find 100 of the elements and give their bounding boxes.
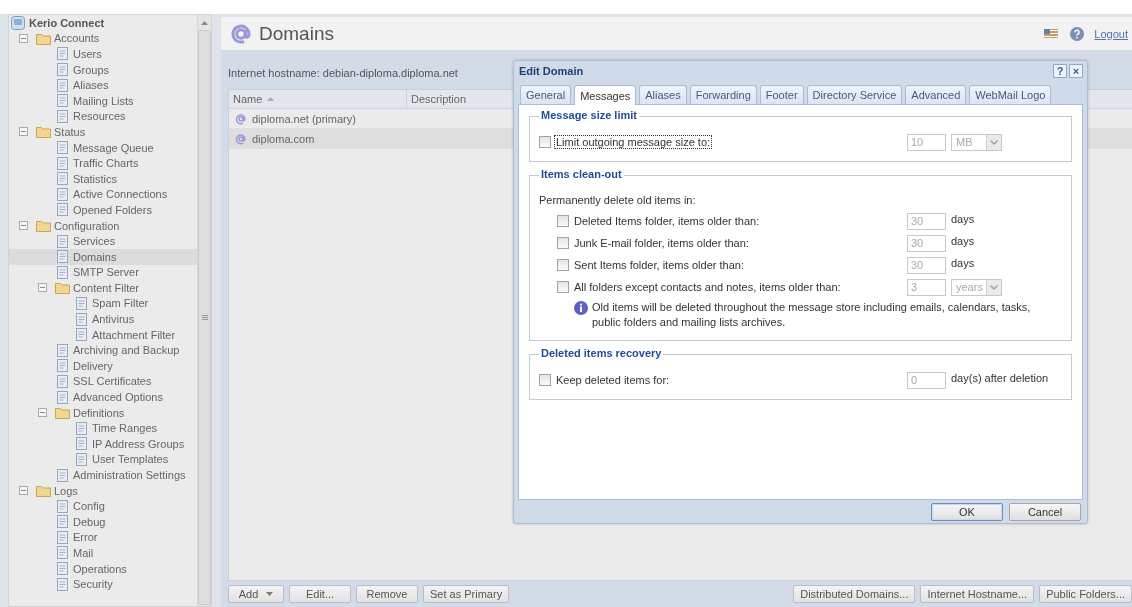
tree-item[interactable]: Time Ranges [9,420,197,437]
document-icon [55,78,70,92]
app-title: Kerio Connect [29,16,105,29]
tree-item[interactable]: Spam Filter [9,295,197,312]
tree-item[interactable]: Status [9,124,197,140]
tab[interactable]: General [520,85,572,104]
toolbar-button[interactable]: Internet Hostname... [920,585,1035,603]
tree-item[interactable]: Delivery [9,358,197,374]
tab[interactable]: Aliases [639,85,687,104]
tree-item[interactable]: Opened Folders [9,202,197,218]
tree-item[interactable]: SMTP Server [9,264,197,281]
tree-item[interactable]: Services [9,233,197,249]
page-title: Domains [259,22,334,45]
checkbox[interactable] [557,281,569,293]
folder-icon [36,484,51,498]
help-icon[interactable] [1070,26,1085,41]
checkbox[interactable] [539,136,551,148]
toolbar-button[interactable]: Distributed Domains... [793,585,916,603]
flag-icon[interactable] [1044,29,1059,38]
tree-item[interactable]: Mail [9,545,197,561]
toolbar-button[interactable]: Edit... [289,585,351,603]
option-label[interactable]: Sent Items folder, items older than: [572,258,746,272]
tab[interactable]: WebMail Logo [969,85,1052,104]
tree-item[interactable]: Resources [9,108,197,125]
tree-item[interactable]: Attachment Filter [9,326,197,343]
tree-item[interactable]: Statistics [9,170,197,187]
option-label[interactable]: Deleted Items folder, items older than: [572,214,762,228]
scroll-up-icon[interactable] [201,20,208,25]
tree-item[interactable]: Domains [9,248,197,265]
scrollbar[interactable] [197,15,211,606]
tree-item[interactable]: Antivirus [9,311,197,327]
tab[interactable]: Directory Service [806,85,903,104]
checkbox[interactable] [557,259,569,271]
tree-item[interactable]: Traffic Charts [9,155,197,171]
collapse-toggle[interactable] [19,486,28,496]
help-button[interactable]: ? [1053,64,1067,78]
tree-item[interactable]: Groups [9,61,197,78]
document-icon [55,203,70,217]
document-icon [74,312,89,326]
tree-item[interactable]: Content Filter [9,280,197,296]
document-icon [55,359,70,373]
document-icon [55,530,70,544]
tree-item[interactable]: Operations [9,560,197,577]
tree-item[interactable]: User Templates [9,451,197,468]
collapse-toggle[interactable] [19,33,28,43]
chevron-icon[interactable] [990,284,998,290]
tree-item[interactable]: IP Address Groups [9,436,197,452]
folder-icon [55,281,70,295]
collapse-toggle[interactable] [19,221,28,230]
collapse-toggle[interactable] [19,127,28,137]
document-icon [55,63,70,77]
tree-item[interactable]: Message Queue [9,139,197,156]
collapse-toggle[interactable] [38,408,47,418]
tree-item[interactable]: Mailing Lists [9,92,197,109]
chevron-icon[interactable] [990,139,998,145]
tab[interactable]: Forwarding [689,85,757,104]
document-icon [55,234,70,248]
tree-item[interactable]: Administration Settings [9,467,197,483]
tree-item[interactable]: Active Connections [9,186,197,203]
option-label[interactable]: Limit outgoing message size to: [554,135,713,149]
tab[interactable]: Advanced [905,85,967,104]
checkbox[interactable] [539,374,551,386]
tree-item[interactable]: Logs [9,482,197,499]
toolbar-button[interactable]: Public Folders... [1039,585,1132,603]
grip-icon[interactable] [201,315,208,320]
checkbox[interactable] [557,237,569,249]
caret-icon[interactable] [266,592,274,596]
tree-item[interactable]: Accounts [9,30,197,47]
tab[interactable]: Footer [759,85,804,104]
toolbar-button[interactable]: Add [228,585,284,603]
tree-item[interactable]: Users [9,46,197,62]
tree-item[interactable]: Definitions [9,404,197,421]
tree-item[interactable]: Advanced Options [9,389,197,405]
tab[interactable]: Messages [574,85,637,105]
option-label[interactable]: Keep deleted items for: [554,373,672,387]
dialog-button[interactable]: OK [931,502,1003,521]
tree-item[interactable]: SSL Certificates [9,373,197,390]
tree-item[interactable]: Aliases [9,77,197,93]
tree-item[interactable]: Configuration [9,217,197,234]
tree-item[interactable]: Error [9,529,197,546]
toolbar-button[interactable]: Set as Primary [423,585,510,603]
document-icon [55,390,70,404]
close-button[interactable]: × [1069,64,1083,78]
option-label[interactable]: All folders except contacts and notes, items older than: [572,280,843,294]
document-icon [55,562,70,576]
column-header[interactable]: Name [229,90,407,108]
tree-item[interactable]: Security [9,576,197,592]
option-label[interactable]: Junk E-mail folder, items older than: [572,236,751,250]
document-icon [55,141,70,155]
collapse-toggle[interactable] [38,283,47,293]
tree-item[interactable]: Debug [9,514,197,530]
dialog-button[interactable]: Cancel [1009,502,1081,521]
tree-item[interactable]: Config [9,498,197,514]
checkbox[interactable] [557,215,569,227]
document-icon [55,265,70,279]
logout-link[interactable]: Logout [1094,27,1128,40]
tree-item[interactable]: Archiving and Backup [9,342,197,359]
toolbar-button[interactable]: Remove [356,585,418,603]
document-icon [55,187,70,201]
group-title: Items clean-out [539,168,624,180]
